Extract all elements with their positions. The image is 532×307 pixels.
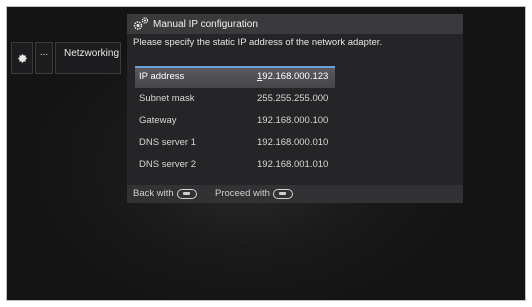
manual-ip-dialog: Manual IP configuration Please specify t… (127, 14, 463, 203)
ip-address-value[interactable]: 192.168.000.123 (257, 68, 328, 86)
dialog-title-bar: Manual IP configuration (127, 14, 463, 34)
back-hint-label: Back with (133, 188, 174, 199)
dns-server-2-field[interactable]: DNS server 2 192.168.001.010 (135, 154, 335, 176)
remote-back-button-icon (176, 189, 197, 199)
proceed-hint: Proceed with (215, 185, 293, 203)
dns-server-1-label: DNS server 1 (139, 137, 197, 148)
gears-icon (133, 17, 149, 30)
ip-address-field[interactable]: IP address 192.168.000.123 (135, 66, 335, 88)
ip-address-value-rest: 92.168.000.123 (262, 71, 329, 82)
dns-server-2-value[interactable]: 192.168.001.010 (257, 154, 328, 176)
gateway-label: Gateway (139, 115, 177, 126)
subnet-mask-value[interactable]: 255.255.255.000 (257, 88, 328, 110)
dns-server-1-value[interactable]: 192.168.000.010 (257, 132, 328, 154)
networking-label: Netzworking (64, 48, 120, 59)
ip-address-label: IP address (139, 71, 185, 82)
remote-forward-button-icon (272, 189, 293, 199)
subnet-mask-label: Subnet mask (139, 93, 195, 104)
settings-menu-item[interactable] (11, 42, 33, 74)
more-label: ... (39, 47, 49, 58)
dns-server-2-label: DNS server 2 (139, 159, 197, 170)
gear-icon (18, 54, 27, 63)
dns-server-1-field[interactable]: DNS server 1 192.168.000.010 (135, 132, 335, 154)
back-hint: Back with (133, 185, 197, 203)
dialog-title: Manual IP configuration (153, 19, 258, 30)
dialog-instruction: Please specify the static IP address of … (133, 37, 383, 48)
sidebar-item-networking[interactable]: Netzworking (55, 42, 121, 74)
more-menu-item[interactable]: ... (35, 42, 53, 74)
dialog-footer: Back with Proceed with (127, 185, 463, 203)
gateway-field[interactable]: Gateway 192.168.000.100 (135, 110, 335, 132)
ip-fields-list: IP address 192.168.000.123 Subnet mask 2… (135, 66, 335, 176)
proceed-hint-label: Proceed with (215, 188, 270, 199)
gateway-value[interactable]: 192.168.000.100 (257, 110, 328, 132)
tv-screen: ... Netzworking Manual IP configuration … (6, 6, 526, 301)
subnet-mask-field[interactable]: Subnet mask 255.255.255.000 (135, 88, 335, 110)
